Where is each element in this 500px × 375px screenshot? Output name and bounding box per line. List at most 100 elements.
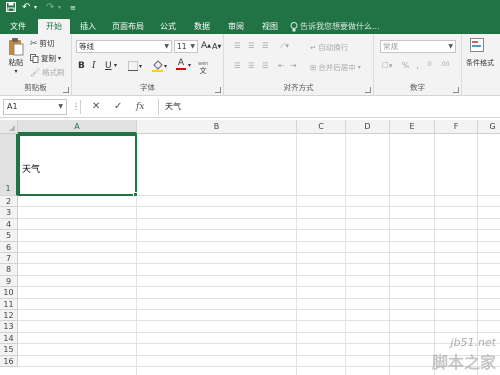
tab-view[interactable]: 视图 <box>256 19 284 34</box>
save-icon[interactable] <box>6 2 16 16</box>
bold-button[interactable]: B <box>78 61 85 71</box>
align-right-icon[interactable]: ☰ <box>262 61 269 70</box>
tab-file[interactable]: 文件 <box>4 19 32 34</box>
copy-button[interactable]: 复制 ▾ <box>30 53 61 64</box>
name-box[interactable]: A1 ▼ <box>3 99 67 115</box>
format-painter-button[interactable]: 🖌 格式刷 <box>30 67 65 78</box>
copy-icon <box>30 54 39 63</box>
row-header-5[interactable]: 5 <box>0 230 18 242</box>
row-header-8[interactable]: 8 <box>0 264 18 276</box>
row-header-11[interactable]: 11 <box>0 298 18 310</box>
redo-icon[interactable]: ↷ <box>46 2 54 14</box>
copy-label: 复制 <box>41 54 56 63</box>
increase-indent-icon[interactable]: ⇥ <box>290 61 296 70</box>
merge-center-button[interactable]: ⊞ 合并后居中 ▾ <box>310 62 361 73</box>
column-header-e[interactable]: E <box>390 120 435 134</box>
row-header-1[interactable]: 1 <box>0 134 18 196</box>
decrease-indent-icon[interactable]: ⇤ <box>278 61 284 70</box>
align-center-icon[interactable]: ☰ <box>248 61 255 70</box>
borders-button[interactable]: ▾ <box>128 61 142 71</box>
wrap-text-button[interactable]: ↵ 自动换行 <box>310 42 348 53</box>
undo-dropdown-icon[interactable]: ▾ <box>34 2 37 14</box>
column-header-c[interactable]: C <box>297 120 346 134</box>
increase-decimal-icon[interactable]: .0 <box>426 61 432 68</box>
font-group: 等线 ▼ 11 ▼ A ▲ A ▼ B I U ▾ ▾ ▾ A ▾ wén 文 字体 <box>72 34 224 96</box>
select-all-button[interactable] <box>0 120 18 134</box>
row-header-9[interactable]: 9 <box>0 275 18 288</box>
decrease-decimal-icon[interactable]: .00 <box>440 61 450 68</box>
column-header-d[interactable]: D <box>346 120 390 134</box>
column-gridline <box>389 134 390 375</box>
tab-insert[interactable]: 插入 <box>74 19 102 34</box>
column-header-f[interactable]: F <box>435 120 478 134</box>
cell-a1[interactable]: 天气 <box>18 134 138 197</box>
font-color-dropdown-icon[interactable]: ▾ <box>188 62 191 69</box>
currency-icon[interactable]: ☐▾ <box>382 61 393 70</box>
watermark: jb51.net 脚本之家 <box>432 336 496 373</box>
fill-color-button[interactable]: ▾ <box>152 60 167 72</box>
row-gridline <box>18 366 500 367</box>
alignment-launcher[interactable] <box>365 87 371 93</box>
chevron-down-icon: ▼ <box>58 103 63 110</box>
chevron-down-icon: ▼ <box>164 43 169 50</box>
shrink-font-button[interactable]: A ▼ <box>212 42 221 51</box>
column-header-g[interactable]: G <box>478 120 500 134</box>
title-bar: ↶ ▾ ↷ ▾ ≡ <box>0 0 500 17</box>
more-options-icon[interactable]: ⋮ <box>72 100 80 114</box>
grow-font-button[interactable]: A ▲ <box>201 41 211 51</box>
row-header-15[interactable]: 15 <box>0 344 18 356</box>
tell-me-box[interactable]: 告诉我您想要做什么... <box>290 19 380 34</box>
comma-icon[interactable]: , <box>416 61 419 71</box>
clipboard-launcher[interactable] <box>63 87 69 93</box>
cut-button[interactable]: ✂ 剪切 <box>30 38 55 49</box>
chevron-down-icon: ▼ <box>448 43 453 50</box>
bottom-align-icon[interactable]: ☰ <box>262 41 269 50</box>
font-color-button[interactable]: A <box>176 59 186 70</box>
row-header-16[interactable]: 16 <box>0 355 18 367</box>
align-left-icon[interactable]: ☰ <box>234 61 241 70</box>
font-size-select[interactable]: 11 ▼ <box>174 40 198 53</box>
tab-review[interactable]: 审阅 <box>222 19 250 34</box>
redo-dropdown-icon[interactable]: ▾ <box>58 2 61 14</box>
tab-data[interactable]: 数据 <box>188 19 216 34</box>
row-header-10[interactable]: 10 <box>0 287 18 299</box>
wrap-text-label: 自动换行 <box>318 43 349 52</box>
row-header-6[interactable]: 6 <box>0 241 18 253</box>
formula-input[interactable]: 天气 <box>158 99 498 115</box>
row-header-13[interactable]: 13 <box>0 321 18 333</box>
font-launcher[interactable] <box>215 87 221 93</box>
undo-icon[interactable]: ↶ <box>22 2 30 14</box>
top-align-icon[interactable]: ☰ <box>234 41 241 50</box>
number-format-select[interactable]: 常规 ▼ <box>380 40 456 53</box>
italic-button[interactable]: I <box>92 61 96 71</box>
number-launcher[interactable] <box>453 87 459 93</box>
conditional-format-label: 条件格式 <box>466 59 494 67</box>
row-header-14[interactable]: 14 <box>0 332 18 345</box>
underline-button[interactable]: U <box>105 61 112 71</box>
row-header-12[interactable]: 12 <box>0 310 18 322</box>
paste-button[interactable]: 粘贴 ▾ <box>5 37 27 75</box>
row-header-4[interactable]: 4 <box>0 218 18 231</box>
tab-home[interactable]: 开始 <box>38 19 70 34</box>
row-header-7[interactable]: 7 <box>0 253 18 265</box>
customize-toolbar-icon[interactable]: ≡ <box>70 2 76 14</box>
insert-function-icon[interactable]: fx <box>136 100 144 114</box>
font-name-select[interactable]: 等线 ▼ <box>76 40 172 53</box>
paste-dropdown-icon: ▾ <box>14 68 18 75</box>
column-header-b[interactable]: B <box>137 120 297 134</box>
underline-dropdown-icon[interactable]: ▾ <box>114 62 117 69</box>
middle-align-icon[interactable]: ☰ <box>248 41 255 50</box>
tab-page-layout[interactable]: 页面布局 <box>108 19 148 34</box>
column-header-a[interactable]: A <box>18 120 137 134</box>
tab-formulas[interactable]: 公式 <box>154 19 182 34</box>
percent-icon[interactable]: % <box>402 61 409 70</box>
cancel-icon[interactable]: ✕ <box>92 100 100 114</box>
phonetic-button[interactable]: wén 文 <box>198 61 208 75</box>
row-header-2[interactable]: 2 <box>0 196 18 208</box>
enter-icon[interactable]: ✓ <box>114 100 122 114</box>
orientation-icon[interactable]: ⟋▾ <box>280 41 289 51</box>
fill-handle[interactable] <box>133 192 138 197</box>
scissors-icon: ✂ <box>30 38 38 49</box>
conditional-format-button[interactable] <box>470 38 484 52</box>
row-header-3[interactable]: 3 <box>0 207 18 219</box>
